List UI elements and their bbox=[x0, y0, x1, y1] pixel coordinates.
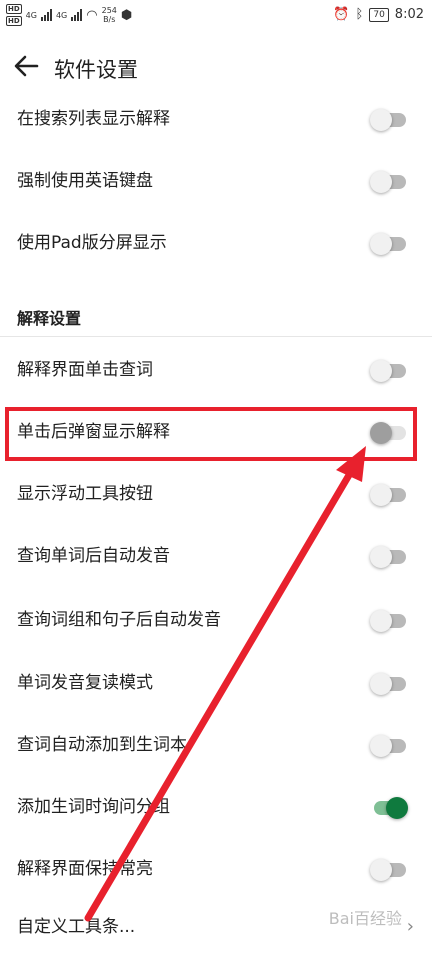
annotation-arrow-icon bbox=[84, 446, 366, 922]
